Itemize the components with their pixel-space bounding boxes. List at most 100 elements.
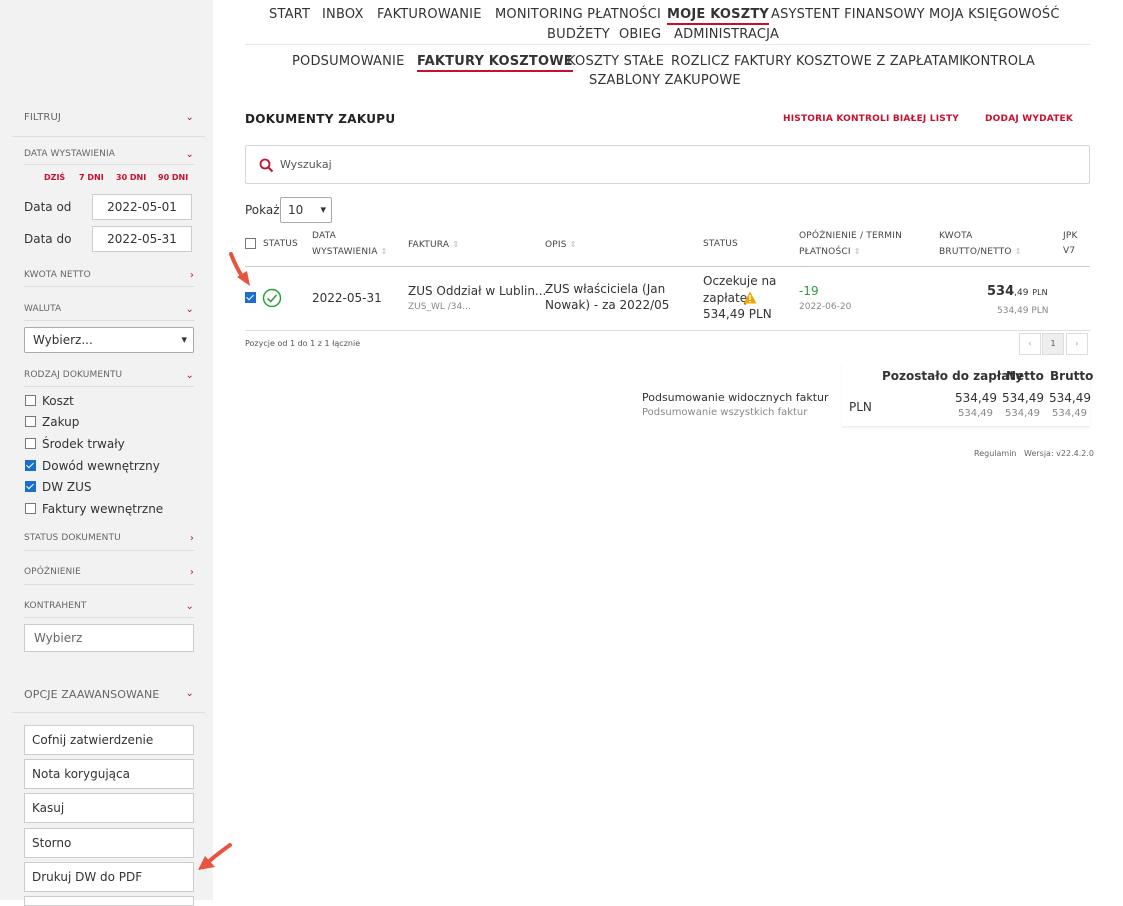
more-action-button[interactable] xyxy=(24,896,194,906)
quick-range-today[interactable]: DZIŚ xyxy=(44,173,65,182)
waluta-select[interactable]: Wybierz... ▾ xyxy=(24,327,194,353)
col-amount[interactable]: KWOTA BRUTTO/NETTO ⇕ xyxy=(939,229,1022,260)
doc-type-dowod[interactable]: Dowód wewnętrzny xyxy=(25,459,160,473)
quick-range-7[interactable]: 7 DNI xyxy=(79,173,104,182)
rodzaj-toggle[interactable]: RODZAJ DOKUMENTU ⌄ xyxy=(24,370,194,381)
doc-type-zakup[interactable]: Zakup xyxy=(25,415,79,429)
doc-type-label: Środek trwały xyxy=(42,437,125,451)
subnav-podsumowanie[interactable]: PODSUMOWANIE xyxy=(292,54,405,69)
chevron-right-icon: › xyxy=(189,533,194,544)
waluta-toggle[interactable]: WALUTA ⌄ xyxy=(24,304,194,315)
row-due-date: 2022-06-20 xyxy=(799,302,852,312)
undo-approval-button[interactable]: Cofnij zatwierdzenie xyxy=(24,725,194,755)
history-link[interactable]: HISTORIA KONTROLI BIAŁEJ LISTY xyxy=(783,114,959,124)
next-page-button[interactable]: › xyxy=(1066,333,1088,355)
date-from-input[interactable]: 2022-05-01 xyxy=(92,194,192,220)
subnav-faktury-kosztowe[interactable]: FAKTURY KOSZTOWE xyxy=(417,54,573,72)
col-delay[interactable]: OPÓŹNIENIE / TERMIN PŁATNOŚCI ⇕ xyxy=(799,229,902,260)
subnav-kontrola[interactable]: KONTROLA xyxy=(962,54,1035,69)
chevron-down-icon: ⌄ xyxy=(185,304,194,315)
search-placeholder: Wyszukaj xyxy=(280,158,332,171)
prev-page-button[interactable]: ‹ xyxy=(1019,333,1041,355)
doc-type-faktury-wewn[interactable]: Faktury wewnętrzne xyxy=(25,502,163,516)
nav-start[interactable]: START xyxy=(269,7,310,22)
print-dw-pdf-button[interactable]: Drukuj DW do PDF xyxy=(24,862,194,892)
kwota-netto-title: KWOTA NETTO xyxy=(24,270,91,280)
doc-type-dw-zus[interactable]: DW ZUS xyxy=(25,480,92,494)
status-dok-title: STATUS DOKUMENTU xyxy=(24,533,121,543)
kontrahent-input[interactable]: Wybierz xyxy=(24,624,194,652)
select-all-checkbox[interactable] xyxy=(245,238,256,249)
filter-section-toggle[interactable]: FILTRUJ ⌄ xyxy=(24,112,194,123)
page-1-button[interactable]: 1 xyxy=(1042,333,1064,355)
doc-type-koszt[interactable]: Koszt xyxy=(25,394,74,408)
nav-budzety[interactable]: BUDŻETY xyxy=(547,27,610,42)
checkbox[interactable] xyxy=(25,416,36,427)
checkbox-checked[interactable] xyxy=(25,460,36,471)
quick-range-90[interactable]: 90 DNI xyxy=(158,173,188,182)
row-checkbox-checked[interactable] xyxy=(245,292,256,303)
col-date[interactable]: DATA WYSTAWIENIA ⇕ xyxy=(312,229,388,260)
date-from-label: Data od xyxy=(24,200,72,214)
nav-obieg[interactable]: OBIEG xyxy=(619,27,661,42)
opoznienie-toggle[interactable]: OPÓŹNIENIE › xyxy=(24,567,194,578)
page-title: DOKUMENTY ZAKUPU xyxy=(245,112,396,126)
col-status: STATUS xyxy=(263,239,298,249)
checkbox-checked[interactable] xyxy=(25,481,36,492)
divider xyxy=(24,550,194,551)
date-section-toggle[interactable]: DATA WYSTAWIENIA ⌄ xyxy=(24,149,194,160)
sort-icon: ⇕ xyxy=(380,247,388,256)
summary-all-net: 534,49 xyxy=(1005,408,1040,419)
nav-fakturowanie[interactable]: FAKTUROWANIE xyxy=(377,7,482,22)
col-status2: STATUS xyxy=(703,239,738,249)
nav-moje-koszty[interactable]: MOJE KOSZTY xyxy=(667,7,770,25)
doc-type-srodek[interactable]: Środek trwały xyxy=(25,437,125,451)
summary-all-label: Podsumowanie wszystkich faktur xyxy=(642,407,808,418)
sort-icon: ⇕ xyxy=(452,240,460,249)
col-date-line1: DATA xyxy=(312,231,336,241)
credit-note-button[interactable]: Nota korygująca xyxy=(24,759,194,789)
filter-sidebar: FILTRUJ ⌄ DATA WYSTAWIENIA ⌄ DZIŚ 7 DNI 30… xyxy=(0,0,213,906)
status-dok-toggle[interactable]: STATUS DOKUMENTU › xyxy=(24,533,194,544)
nav-divider xyxy=(245,44,1090,45)
version-label: Wersja: v22.4.2.0 xyxy=(1024,449,1094,458)
regulamin-link[interactable]: Regulamin xyxy=(974,449,1016,458)
row-faktura[interactable]: ZUS Oddział w Lublin... xyxy=(408,283,546,300)
chevron-down-icon: ⌄ xyxy=(185,688,194,699)
summary-currency: PLN xyxy=(849,400,872,414)
checkbox[interactable] xyxy=(25,438,36,449)
sort-icon: ⇕ xyxy=(853,247,861,256)
delete-button[interactable]: Kasuj xyxy=(24,793,194,823)
checkbox[interactable] xyxy=(25,503,36,514)
subnav-szablony[interactable]: SZABLONY ZAKUPOWE xyxy=(589,73,741,88)
subnav-koszty-stale[interactable]: KOSZTY STAŁE xyxy=(567,54,664,69)
divider xyxy=(24,584,194,585)
row-opis-line2: Nowak) - za 2022/05 xyxy=(545,298,670,312)
kwota-netto-toggle[interactable]: KWOTA NETTO › xyxy=(24,270,194,281)
row-amount-gross: 534,49 PLN xyxy=(987,283,1048,302)
row-status-line1: Oczekuje na xyxy=(703,274,777,288)
quick-range-30[interactable]: 30 DNI xyxy=(116,173,146,182)
nav-monitoring[interactable]: MONITORING PŁATNOŚCI xyxy=(495,7,661,22)
search-input[interactable]: Wyszukaj xyxy=(245,145,1090,184)
storno-button[interactable]: Storno xyxy=(24,828,194,858)
date-to-input[interactable]: 2022-05-31 xyxy=(92,226,192,252)
divider xyxy=(24,386,194,387)
nav-ksiegowosc[interactable]: MOJA KSIĘGOWOŚĆ xyxy=(929,7,1060,22)
col-jpk-line2: V7 xyxy=(1063,246,1076,256)
page-size-select[interactable]: 10 ▾ xyxy=(280,197,332,223)
kontrahent-toggle[interactable]: KONTRAHENT ⌄ xyxy=(24,601,194,612)
subnav-rozlicz[interactable]: ROZLICZ FAKTURY KOSZTOWE Z ZAPŁATAMI xyxy=(671,54,963,69)
checkbox[interactable] xyxy=(25,395,36,406)
col-opis[interactable]: OPIS ⇕ xyxy=(545,237,577,253)
advanced-toggle[interactable]: OPCJE ZAAWANSOWANE ⌄ xyxy=(24,688,194,701)
nav-asystent[interactable]: ASYSTENT FINANSOWY xyxy=(771,7,925,22)
add-expense-link[interactable]: DODAJ WYDATEK xyxy=(985,114,1073,124)
col-faktura[interactable]: FAKTURA ⇕ xyxy=(408,237,459,253)
row-date: 2022-05-31 xyxy=(312,291,382,305)
nav-administracja[interactable]: ADMINISTRACJA xyxy=(674,27,779,42)
nav-inbox[interactable]: INBOX xyxy=(322,7,364,22)
doc-type-label: Faktury wewnętrzne xyxy=(42,502,164,516)
annotation-arrow-icon xyxy=(198,843,232,870)
date-to-label: Data do xyxy=(24,232,72,246)
